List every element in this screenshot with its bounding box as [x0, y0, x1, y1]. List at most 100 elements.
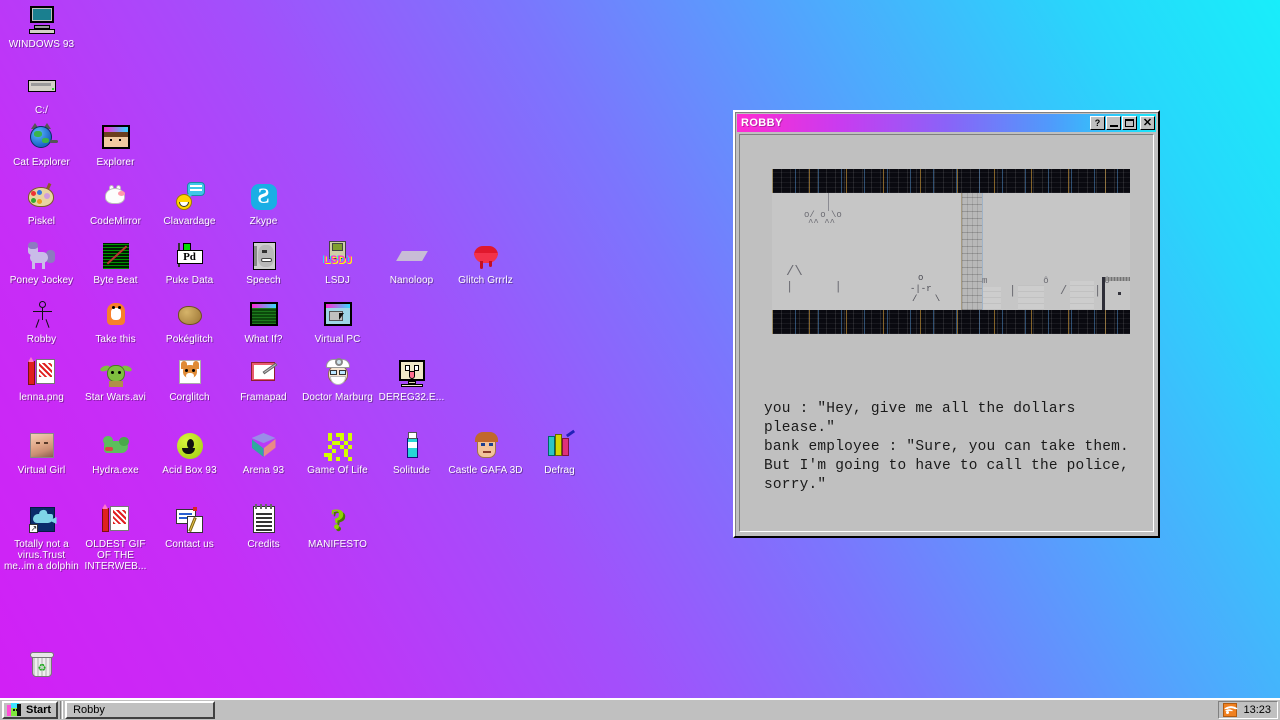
window-client-area[interactable]: o/ o \o ^^ ^^ /\ | | o -|-r / \ m ô ô ś …	[739, 134, 1154, 532]
desktop-icon-virtual-pc[interactable]: Virtual PC	[300, 299, 375, 345]
desktop-icon-label: Totally not a virus.Trust me..im a dolph…	[4, 539, 79, 572]
floor-wall	[772, 310, 1130, 334]
mail-icon	[174, 504, 206, 536]
desktop-icon-game-of-life[interactable]: Game Of Life	[300, 430, 375, 476]
desktop-icon-dereg32-e[interactable]: DEREG32.E...	[374, 357, 449, 403]
desktop-icon-lsdj[interactable]: LSDJLSDJ	[300, 240, 375, 286]
desktop-icon-glitch-grrrlz[interactable]: Glitch Grrrlz	[448, 240, 523, 286]
desktop-icon-label: Solitude	[374, 465, 449, 476]
desktop-icon-recycle-bin[interactable]: ♻	[4, 648, 79, 680]
start-label: Start	[26, 704, 51, 716]
maximize-button[interactable]	[1122, 116, 1137, 130]
desktop-icon-label: Cat Explorer	[4, 157, 79, 168]
hanging-rope	[828, 193, 829, 211]
desktop-icon-robby[interactable]: Robby	[4, 299, 79, 345]
desktop-icon-label: Byte Beat	[78, 275, 153, 286]
desktop-icon-defrag[interactable]: Defrag	[522, 430, 597, 476]
desktop-icon-corglitch[interactable]: Corglitch	[152, 357, 227, 403]
desktop-icon-doctor-marburg[interactable]: Doctor Marburg	[300, 357, 375, 403]
taskbar-separator	[60, 701, 63, 719]
desktop-icon-cat-explorer[interactable]: Cat Explorer	[4, 122, 79, 168]
green-grid-window-icon	[248, 299, 280, 331]
computer-icon	[26, 4, 58, 36]
desktop-icon-label: Poney Jockey	[4, 275, 79, 286]
desktop-icon-label: C:/	[4, 105, 79, 116]
left-structure: /\	[786, 268, 803, 277]
desktop-icon-star-wars-avi[interactable]: Star Wars.avi	[78, 357, 153, 403]
desktop-icon-acid-box-93[interactable]: Acid Box 93	[152, 430, 227, 476]
castle-face-icon	[470, 430, 502, 462]
cat-globe-icon	[26, 122, 58, 154]
close-button[interactable]: ✕	[1140, 116, 1155, 130]
dialogue-text: you : "Hey, give me all the dollars plea…	[764, 400, 1139, 495]
desktop-icon-pok-glitch[interactable]: Pokéglitch	[152, 299, 227, 345]
desktop[interactable]: WINDOWS 93C:/Cat ExplorerExplorerPiskelC…	[0, 0, 1280, 720]
minimize-button[interactable]	[1106, 116, 1121, 130]
desktop-icon-label: Nanoloop	[374, 275, 449, 286]
desktop-icon-clavardage[interactable]: Clavardage	[152, 181, 227, 227]
divider-1: |	[1009, 287, 1016, 296]
desktop-icon-codemirror[interactable]: CodeMirror	[78, 181, 153, 227]
system-tray[interactable]: 13:23	[1218, 701, 1278, 719]
desktop-icon-speech[interactable]: Speech	[226, 240, 301, 286]
desktop-icon-framapad[interactable]: Framapad	[226, 357, 301, 403]
yoda-icon	[100, 357, 132, 389]
orange-character-icon	[100, 299, 132, 331]
desktop-icon-nanoloop[interactable]: Nanoloop	[374, 240, 449, 286]
desktop-icon-take-this[interactable]: Take this	[78, 299, 153, 345]
desktop-icon-label: OLDEST GIF OF THE INTERWEB...	[78, 539, 153, 572]
desktop-icon-label: WINDOWS 93	[4, 39, 79, 50]
robby-window[interactable]: ROBBY ? ✕ o/ o \o ^^ ^^ /\ | | o -|-r	[733, 110, 1160, 538]
desktop-icon-castle-gafa-3d[interactable]: Castle GAFA 3D	[448, 430, 523, 476]
desktop-icon-byte-beat[interactable]: Byte Beat	[78, 240, 153, 286]
desktop-icon-c[interactable]: C:/	[4, 70, 79, 116]
left-structure-legs: | |	[786, 283, 851, 292]
desktop-icon-manifesto[interactable]: ?MANIFESTO	[300, 504, 375, 550]
help-button[interactable]: ?	[1090, 116, 1105, 130]
desktop-icon-solitude[interactable]: Solitude	[374, 430, 449, 476]
clock[interactable]: 13:23	[1243, 704, 1271, 716]
desktop-icon-hydra-exe[interactable]: Hydra.exe	[78, 430, 153, 476]
desktop-icon-label: Star Wars.avi	[78, 392, 153, 403]
game-scene[interactable]: o/ o \o ^^ ^^ /\ | | o -|-r / \ m ô ô ś …	[772, 169, 1130, 334]
desktop-icon-label: Credits	[226, 539, 301, 550]
desktop-icon-oldest-gif-of-the-interweb[interactable]: OLDEST GIF OF THE INTERWEB...	[78, 504, 153, 572]
desktop-icon-zkype[interactable]: ƧZkype	[226, 181, 301, 227]
desktop-icon-puke-data[interactable]: PdPuke Data	[152, 240, 227, 286]
desktop-icon-virtual-girl[interactable]: Virtual Girl	[4, 430, 79, 476]
window-titlebar[interactable]: ROBBY ? ✕	[737, 114, 1156, 132]
palette-icon	[26, 181, 58, 213]
counter-box-1	[983, 287, 1001, 310]
desktop-icon-arena-93[interactable]: Arena 93	[226, 430, 301, 476]
desktop-icon-label: Framapad	[226, 392, 301, 403]
desktop-icon-label: Zkype	[226, 216, 301, 227]
task-button-robby[interactable]: Robby	[65, 701, 215, 719]
puredata-flag-icon: Pd	[174, 240, 206, 272]
desktop-icon-piskel[interactable]: Piskel	[4, 181, 79, 227]
desktop-icon-label: Speech	[226, 275, 301, 286]
cellular-automaton-icon	[322, 430, 354, 462]
taskbar[interactable]: Start Robby 13:23	[0, 698, 1280, 720]
desktop-icon-poney-jockey[interactable]: Poney Jockey	[4, 240, 79, 286]
dereg-monitor-icon	[396, 357, 428, 389]
desktop-icon-explorer[interactable]: Explorer	[78, 122, 153, 168]
desktop-icon-contact-us[interactable]: Contact us	[152, 504, 227, 550]
desktop-icon-grid: WINDOWS 93C:/Cat ExplorerExplorerPiskelC…	[0, 0, 600, 690]
cat-mirror-icon	[100, 181, 132, 213]
desktop-icon-label: lenna.png	[4, 392, 79, 403]
door-frame	[1102, 277, 1130, 310]
desktop-icon-label: Defrag	[522, 465, 597, 476]
cube-icon	[248, 430, 280, 462]
nanoloop-diamond-icon	[396, 240, 428, 272]
explorer-window-icon	[100, 122, 132, 154]
hanging-feet: ^^ ^^	[808, 219, 835, 228]
desktop-icon-what-if[interactable]: What If?	[226, 299, 301, 345]
desktop-icon-label: Clavardage	[152, 216, 227, 227]
desktop-icon-totally-not-a-virus-trust-me-im-a-dolphin[interactable]: ↗Totally not a virus.Trust me..im a dolp…	[4, 504, 79, 572]
rss-feed-icon[interactable]	[1223, 703, 1237, 717]
start-button[interactable]: Start	[2, 701, 58, 719]
desktop-icon-windows-93[interactable]: WINDOWS 93	[4, 4, 79, 50]
desktop-icon-credits[interactable]: Credits	[226, 504, 301, 550]
recycle-bin-icon: ♻	[26, 648, 58, 680]
desktop-icon-lenna-png[interactable]: lenna.png	[4, 357, 79, 403]
